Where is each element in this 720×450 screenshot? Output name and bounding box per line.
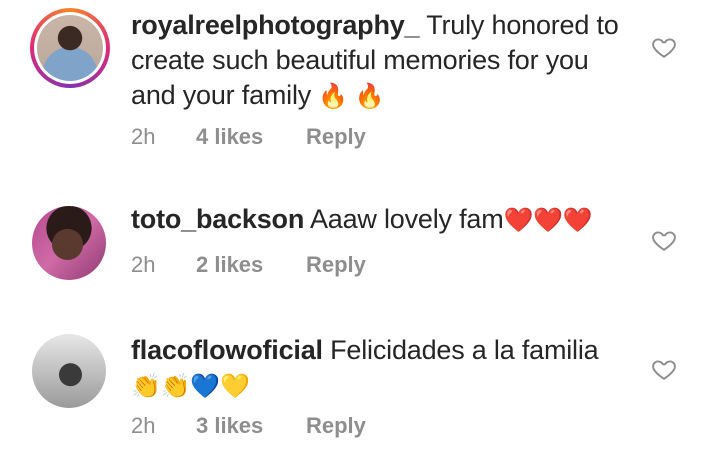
avatar: [32, 334, 106, 408]
comment-meta: 2h 4 likes Reply: [131, 124, 366, 150]
comment-likes[interactable]: 3 likes: [196, 413, 306, 439]
avatar-story-ring[interactable]: [30, 8, 110, 88]
comment-meta: 2h 3 likes Reply: [131, 413, 366, 439]
avatar: [32, 206, 106, 280]
comment-time[interactable]: 2h: [131, 413, 196, 439]
reply-button[interactable]: Reply: [306, 252, 366, 278]
comment-emojis: 👏👏💙💛: [131, 373, 250, 400]
comment-emojis: ❤️❤️❤️: [503, 207, 593, 234]
comment-text: Felicidades a la familia: [330, 335, 599, 365]
comment-body: flacoflowoficial Felicidades a la famili…: [131, 333, 636, 403]
comment-time[interactable]: 2h: [131, 252, 196, 278]
comment-emojis: 🔥 🔥: [318, 83, 385, 110]
heart-outline-icon[interactable]: [651, 34, 677, 60]
comment-body: toto_backson Aaaw lovely fam❤️❤️❤️: [131, 202, 636, 237]
comment-meta: 2h 2 likes Reply: [131, 252, 366, 278]
avatar-wrap[interactable]: [32, 206, 106, 280]
comment-likes[interactable]: 2 likes: [196, 252, 306, 278]
comment-likes[interactable]: 4 likes: [196, 124, 306, 150]
heart-outline-icon[interactable]: [651, 356, 677, 382]
comment-username[interactable]: royalreelphotography_: [131, 10, 420, 40]
comment-body: royalreelphotography_ Truly honored to c…: [131, 8, 636, 113]
reply-button[interactable]: Reply: [306, 124, 366, 150]
comment-username[interactable]: toto_backson: [131, 204, 304, 234]
comment-time[interactable]: 2h: [131, 124, 196, 150]
avatar-wrap[interactable]: [32, 334, 106, 408]
heart-outline-icon[interactable]: [651, 227, 677, 253]
reply-button[interactable]: Reply: [306, 413, 366, 439]
avatar: [37, 15, 103, 81]
comment-text: Aaaw lovely fam: [309, 204, 504, 234]
comment-username[interactable]: flacoflowoficial: [131, 335, 323, 365]
